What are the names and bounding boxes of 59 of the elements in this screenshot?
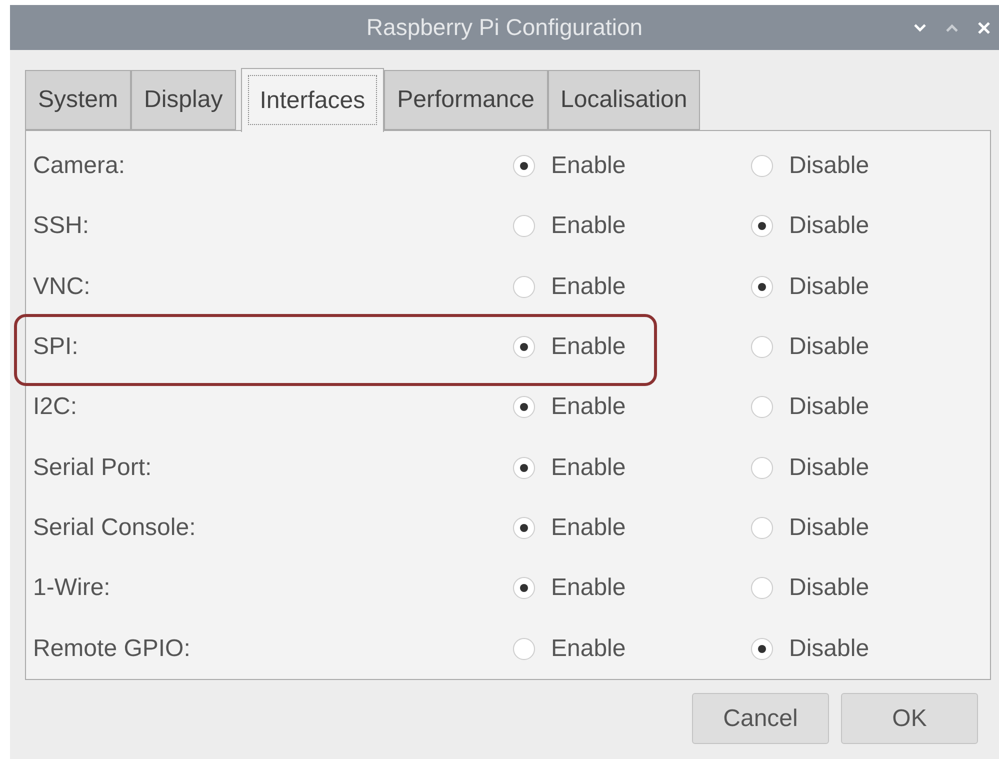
maximize-button[interactable] <box>945 22 959 32</box>
radio-button[interactable] <box>513 215 535 238</box>
radio-button[interactable] <box>751 396 773 418</box>
radio-button[interactable] <box>513 456 535 479</box>
window-title: Raspberry Pi Configuration <box>366 14 643 41</box>
tab[interactable]: Localisation <box>548 70 700 130</box>
radio-button[interactable] <box>513 276 535 298</box>
setting-label: SSH: <box>32 212 90 240</box>
setting-label: I2C: <box>32 393 78 422</box>
radio-button[interactable] <box>751 276 773 298</box>
setting-label: Serial Port: <box>32 454 152 482</box>
close-button[interactable] <box>977 20 991 34</box>
tab[interactable]: Display <box>131 70 236 130</box>
radio-option[interactable]: Enable <box>513 333 751 362</box>
radio-option[interactable]: Disable <box>751 574 990 602</box>
radio-option[interactable]: Enable <box>513 393 751 422</box>
radio-button[interactable] <box>513 155 535 178</box>
radio-button[interactable] <box>513 336 535 358</box>
radio-option[interactable]: Enable <box>513 152 751 180</box>
radio-button[interactable] <box>751 215 773 238</box>
radio-option[interactable]: Enable <box>513 514 751 542</box>
dialog-button[interactable]: OK <box>841 693 978 744</box>
radio-button[interactable] <box>751 456 773 479</box>
setting-label: VNC: <box>32 272 90 301</box>
radio-option[interactable]: Enable <box>513 212 751 240</box>
setting-label: SPI: <box>32 333 78 362</box>
radio-button[interactable] <box>513 516 535 539</box>
radio-option[interactable]: Disable <box>751 634 990 663</box>
radio-option[interactable]: Disable <box>751 272 990 301</box>
tab[interactable]: Performance <box>384 70 548 130</box>
radio-button[interactable] <box>751 336 773 358</box>
radio-option[interactable]: Enable <box>513 574 751 602</box>
radio-button[interactable] <box>751 638 773 660</box>
tab[interactable]: Interfaces <box>240 68 384 132</box>
chevron-down-icon <box>913 22 927 32</box>
radio-option[interactable]: Enable <box>513 272 751 301</box>
tab[interactable]: System <box>25 70 132 130</box>
setting-label: Serial Console: <box>32 514 196 542</box>
radio-option[interactable]: Disable <box>751 333 990 362</box>
setting-label: Camera: <box>32 152 126 180</box>
radio-option[interactable]: Enable <box>513 634 751 663</box>
dialog-button[interactable]: Cancel <box>692 693 829 744</box>
radio-option[interactable]: Disable <box>751 454 990 482</box>
radio-option[interactable]: Disable <box>751 514 990 542</box>
setting-label: Remote GPIO: <box>32 634 190 663</box>
radio-option[interactable]: Disable <box>751 393 990 422</box>
radio-button[interactable] <box>751 155 773 178</box>
chevron-up-icon <box>945 22 959 32</box>
radio-button[interactable] <box>513 638 535 660</box>
close-icon <box>977 20 991 34</box>
radio-option[interactable]: Enable <box>513 454 751 482</box>
radio-button[interactable] <box>513 396 535 418</box>
radio-button[interactable] <box>513 577 535 600</box>
radio-button[interactable] <box>751 577 773 600</box>
radio-option[interactable]: Disable <box>751 152 990 180</box>
radio-option[interactable]: Disable <box>751 212 990 240</box>
setting-label: 1-Wire: <box>32 574 110 602</box>
minimize-button[interactable] <box>913 22 927 32</box>
radio-button[interactable] <box>751 516 773 539</box>
